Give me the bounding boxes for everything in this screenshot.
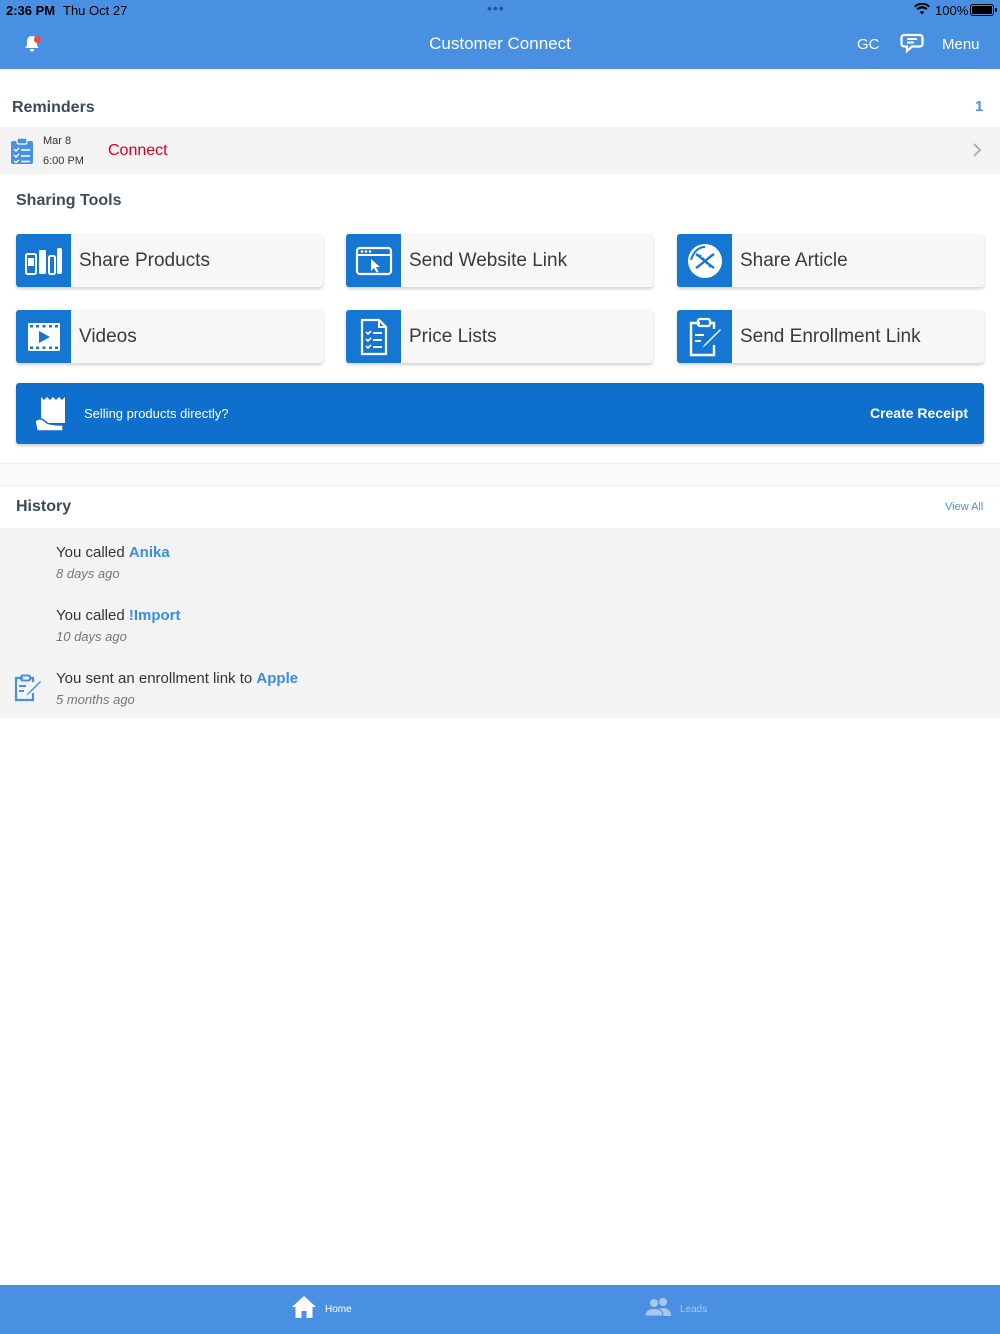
- video-film-icon: [16, 310, 71, 363]
- create-receipt-button[interactable]: Create Receipt: [870, 405, 968, 421]
- clipboard-pen-icon: [677, 310, 732, 363]
- history-item[interactable]: You called !Import 10 days ago: [56, 607, 181, 644]
- receipt-hand-icon: [33, 395, 69, 438]
- battery-percent: 100%: [935, 3, 969, 18]
- tab-home[interactable]: Home: [291, 1285, 352, 1334]
- page-title: Customer Connect: [429, 34, 571, 53]
- create-receipt-banner[interactable]: Selling products directly? Create Receip…: [16, 383, 984, 444]
- history-prefix: You called: [56, 607, 129, 624]
- reminder-date: Mar 8: [43, 135, 72, 147]
- battery-icon: [970, 4, 997, 16]
- history-line: You sent an enrollment link to Apple: [56, 670, 298, 687]
- status-date: Thu Oct 27: [63, 3, 128, 18]
- tool-label: Price Lists: [409, 326, 497, 347]
- history-line: You called Anika: [56, 544, 170, 561]
- history-time-ago: 8 days ago: [56, 566, 120, 581]
- history-prefix: You called: [56, 544, 129, 561]
- history-title: History: [16, 498, 72, 515]
- tab-leads[interactable]: Leads: [644, 1285, 707, 1334]
- checklist-icon: [346, 310, 401, 363]
- app-header: 2:36 PM Thu Oct 27 ••• 100% Customer Con…: [0, 0, 1000, 69]
- home-icon: [291, 1295, 317, 1324]
- view-all-link[interactable]: View All: [945, 501, 983, 513]
- reminders-count: 1: [975, 98, 984, 115]
- people-icon: [644, 1297, 672, 1322]
- reminder-time: 6:00 PM: [43, 155, 84, 167]
- tab-label: Leads: [680, 1304, 708, 1315]
- history-contact-link[interactable]: Apple: [256, 670, 298, 687]
- share-products-button[interactable]: Share Products: [16, 234, 323, 287]
- section-divider: [0, 463, 1000, 486]
- share-article-button[interactable]: Share Article: [677, 234, 984, 287]
- history-contact-link[interactable]: Anika: [129, 544, 170, 561]
- sharing-tools-title: Sharing Tools: [16, 192, 122, 209]
- reminder-clipboard-icon: [9, 137, 35, 170]
- history-line: You called !Import: [56, 607, 181, 624]
- history-time-ago: 5 months ago: [56, 692, 135, 707]
- history-item[interactable]: You sent an enrollment link to Apple 5 m…: [56, 670, 298, 707]
- send-enrollment-link-button[interactable]: Send Enrollment Link: [677, 310, 984, 363]
- tool-label: Share Article: [740, 250, 848, 271]
- products-icon: [16, 234, 71, 287]
- status-bar: 2:36 PM Thu Oct 27 ••• 100%: [0, 0, 1000, 20]
- reminder-item[interactable]: Mar 8 6:00 PM Connect: [0, 127, 1000, 174]
- wifi-icon: [914, 2, 930, 18]
- multitask-dots-icon[interactable]: •••: [487, 0, 505, 16]
- videos-button[interactable]: Videos: [16, 310, 323, 363]
- history-list: You called Anika 8 days ago You called !…: [0, 528, 1000, 718]
- chevron-right-icon: [972, 142, 982, 163]
- send-website-link-button[interactable]: Send Website Link: [346, 234, 653, 287]
- tool-label: Send Website Link: [409, 250, 568, 271]
- tool-label: Send Enrollment Link: [740, 326, 921, 347]
- status-time: 2:36 PM: [6, 3, 56, 18]
- history-contact-link[interactable]: !Import: [129, 607, 181, 624]
- dna-article-icon: [677, 234, 732, 287]
- receipt-question: Selling products directly?: [84, 406, 229, 421]
- tab-bar: Home Leads: [0, 1285, 1000, 1334]
- menu-button[interactable]: Menu: [942, 36, 980, 53]
- chat-icon[interactable]: [900, 33, 924, 58]
- history-item[interactable]: You called Anika 8 days ago: [56, 544, 170, 581]
- user-initials-button[interactable]: GC: [857, 36, 880, 53]
- reminders-title: Reminders: [12, 99, 95, 116]
- browser-cursor-icon: [346, 234, 401, 287]
- tool-label: Videos: [79, 326, 137, 347]
- tab-label: Home: [325, 1304, 352, 1315]
- tool-label: Share Products: [79, 250, 210, 271]
- enrollment-clipboard-icon: [13, 674, 43, 707]
- history-prefix: You sent an enrollment link to: [56, 670, 257, 687]
- price-lists-button[interactable]: Price Lists: [346, 310, 653, 363]
- reminder-title: Connect: [108, 142, 168, 159]
- history-time-ago: 10 days ago: [56, 629, 127, 644]
